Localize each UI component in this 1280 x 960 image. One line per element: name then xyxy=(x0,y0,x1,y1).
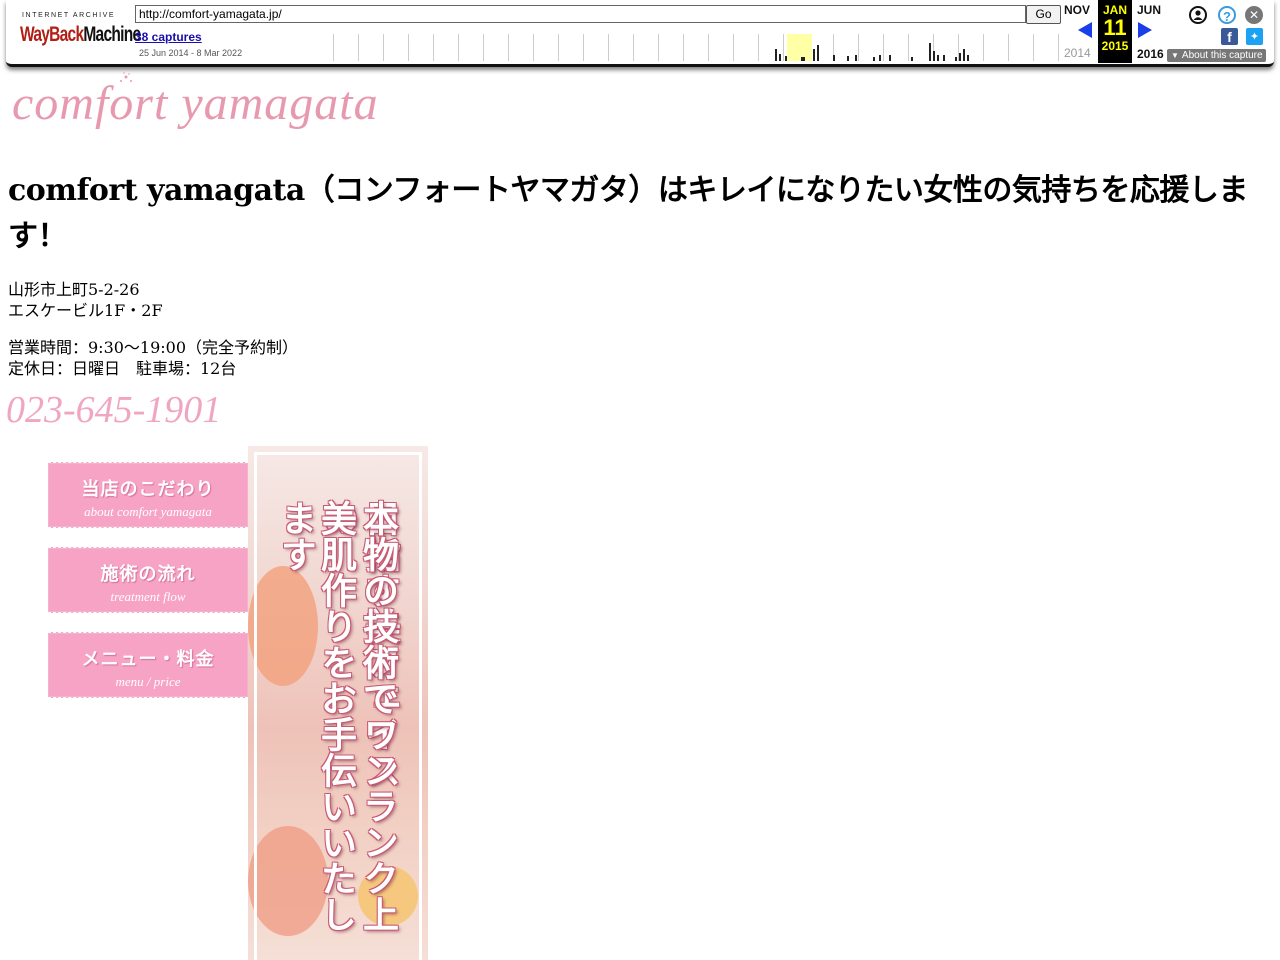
sparkline-capture-bar xyxy=(779,54,781,61)
site-logo-text: comfort yamagata xyxy=(12,77,379,130)
chevron-down-icon: ▼ xyxy=(1171,51,1179,60)
sparkline-month-column[interactable] xyxy=(584,34,609,61)
wayback-logo-main-a: WayBack xyxy=(20,23,84,46)
capture-date-range: 25 Jun 2014 - 8 Mar 2022 xyxy=(139,48,243,58)
sparkline-capture-bar xyxy=(855,55,857,61)
sparkline-capture-bar xyxy=(847,56,849,61)
about-capture-label: About this capture xyxy=(1181,50,1263,61)
business-hours: 営業時間：9:30～19:00（完全予約制） xyxy=(8,338,299,357)
sparkline-capture-bar xyxy=(873,57,875,61)
sparkline-capture-bar xyxy=(929,43,931,61)
sparkline-capture-bar xyxy=(803,57,805,61)
sparkline-month-column[interactable] xyxy=(984,34,1009,61)
current-day: 11 xyxy=(1103,15,1127,40)
sparkline-capture-bar xyxy=(933,51,935,61)
nav-treatment-flow-sublabel: treatment flow xyxy=(110,589,186,604)
wayback-logo[interactable]: INTERNET ARCHIVE WayBackMachine xyxy=(20,8,141,50)
sparkline-month-column[interactable] xyxy=(559,34,584,61)
nav-about-button[interactable]: 当店のこだわり about comfort yamagata xyxy=(48,462,248,528)
sparkline-capture-bar xyxy=(959,53,961,61)
sparkline-capture-bar xyxy=(817,45,819,61)
help-icon[interactable]: ? xyxy=(1218,6,1236,24)
page-title: comfort yamagata（コンフォートヤマガタ）はキレイになりたい女性の… xyxy=(8,173,1248,254)
hero-banner: 目指す美フェイス 本物の技術でワンランク上の 美肌作りをお手伝いいたします xyxy=(248,446,428,960)
go-button[interactable]: Go xyxy=(1026,5,1061,24)
sparkline-month-column[interactable] xyxy=(1034,34,1059,61)
sparkline-capture-bar xyxy=(955,57,957,61)
sparkline-current-highlight xyxy=(787,34,812,61)
prev-month-label[interactable]: NOV xyxy=(1064,3,1090,17)
sparkline-capture-bar xyxy=(963,49,965,61)
sparkline-month-column[interactable] xyxy=(434,34,459,61)
sparkline-month-column[interactable] xyxy=(1009,34,1034,61)
banner-text-col3: 美肌作りをお手伝いいたします xyxy=(275,500,357,932)
sparkline-capture-bar xyxy=(833,55,835,61)
sparkline-capture-bar xyxy=(967,55,969,61)
sparkline-month-column[interactable] xyxy=(684,34,709,61)
nav-treatment-flow-label: 施術の流れ xyxy=(100,564,196,585)
wayback-logo-main: WayBackMachine xyxy=(20,23,141,47)
capture-sparkline[interactable] xyxy=(309,34,1061,61)
sparkline-capture-bar xyxy=(911,57,913,61)
about-capture-button[interactable]: ▼ About this capture xyxy=(1167,49,1266,62)
sparkline-month-column[interactable] xyxy=(609,34,634,61)
sparkline-month-column[interactable] xyxy=(359,34,384,61)
sparkline-month-column[interactable] xyxy=(409,34,434,61)
sparkline-month-column[interactable] xyxy=(659,34,684,61)
sparkline-month-column[interactable] xyxy=(534,34,559,61)
url-input[interactable]: http://comfort-yamagata.jp/ xyxy=(135,5,1026,23)
sparkline-month-column[interactable] xyxy=(734,34,759,61)
nav-treatment-flow-button[interactable]: 施術の流れ treatment flow xyxy=(48,547,248,613)
nav-about-sublabel: about comfort yamagata xyxy=(84,504,212,519)
captures-link[interactable]: 38 captures xyxy=(135,30,202,44)
sparkline-month-column[interactable] xyxy=(884,34,909,61)
next-year-label[interactable]: 2016 xyxy=(1137,47,1164,61)
current-capture-date: JAN 11 2015 xyxy=(1098,0,1132,63)
holiday-parking: 定休日：日曜日 駐車場：12台 xyxy=(8,359,237,378)
sparkline-capture-bar xyxy=(889,55,891,61)
nav-about-label: 当店のこだわり xyxy=(81,479,215,500)
sparkline-capture-bar xyxy=(943,55,945,61)
next-month-label[interactable]: JUN xyxy=(1137,3,1161,17)
current-year: 2015 xyxy=(1101,39,1129,53)
user-icon[interactable] xyxy=(1189,6,1207,24)
phone-number[interactable]: 023-645-1901 xyxy=(6,388,221,432)
nav-menu-price-label: メニュー・料金 xyxy=(81,649,215,670)
next-capture-arrow-icon[interactable] xyxy=(1138,22,1152,38)
twitter-icon[interactable]: ✦ xyxy=(1246,28,1263,45)
sparkline-capture-bar xyxy=(813,49,815,61)
sparkline-month-column[interactable] xyxy=(634,34,659,61)
wayback-logo-main-b: Machine xyxy=(83,23,141,46)
sparkline-capture-bar xyxy=(937,55,939,61)
nav-menu-price-button[interactable]: メニュー・料金 menu / price xyxy=(48,632,248,698)
address-block: 山形市上町5-2-26 エスケービル1F・2F xyxy=(8,279,163,321)
prev-year-label[interactable]: 2014 xyxy=(1064,46,1091,60)
nav-menu-price-sublabel: menu / price xyxy=(115,674,181,689)
site-logo[interactable]: comfort yamagata xyxy=(8,68,378,148)
wayback-toolbar: INTERNET ARCHIVE WayBackMachine http://c… xyxy=(6,0,1274,67)
sparkline-month-column[interactable] xyxy=(309,34,334,61)
hours-block: 営業時間：9:30～19:00（完全予約制） 定休日：日曜日 駐車場：12台 xyxy=(8,337,298,379)
close-icon[interactable]: ✕ xyxy=(1245,6,1263,24)
sparkline-month-column[interactable] xyxy=(484,34,509,61)
sparkline-month-column[interactable] xyxy=(709,34,734,61)
address-line-2: エスケービル1F・2F xyxy=(8,301,163,320)
sparkline-capture-bar xyxy=(879,55,881,61)
sparkline-month-column[interactable] xyxy=(334,34,359,61)
facebook-icon[interactable]: f xyxy=(1221,28,1238,45)
address-line-1: 山形市上町5-2-26 xyxy=(8,280,140,299)
sparkline-month-column[interactable] xyxy=(509,34,534,61)
sparkline-month-column[interactable] xyxy=(384,34,409,61)
sparkline-capture-bar xyxy=(785,56,787,61)
wayback-logo-top: INTERNET ARCHIVE xyxy=(22,12,116,19)
sparkline-capture-bar xyxy=(775,49,777,61)
sparkline-month-column[interactable] xyxy=(459,34,484,61)
prev-capture-arrow-icon[interactable] xyxy=(1078,22,1092,38)
